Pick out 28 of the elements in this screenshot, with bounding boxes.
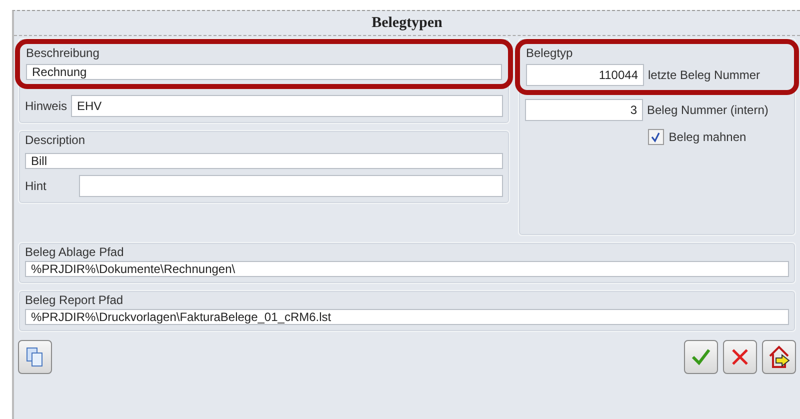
- input-field[interactable]: Bill: [25, 153, 503, 169]
- group-label: Description: [25, 132, 86, 147]
- group-label: Beschreibung: [26, 45, 100, 60]
- field-label: Hinweis: [25, 99, 68, 113]
- field-label: letzte Beleg Nummer: [648, 68, 760, 82]
- path-field[interactable]: %PRJDIR%\Druckvorlagen\FakturaBelege_01_cRM6.lst: [25, 309, 789, 325]
- close-icon: [731, 348, 749, 366]
- field-label: Hint: [25, 179, 48, 193]
- confirm-button[interactable]: [684, 340, 718, 374]
- input-field[interactable]: Rechnung: [26, 64, 502, 80]
- copy-button[interactable]: [18, 340, 52, 374]
- field-label: Beleg Nummer (intern): [647, 103, 768, 117]
- cancel-button[interactable]: [723, 340, 757, 374]
- checkbox[interactable]: [648, 129, 664, 145]
- checkbox-label: Beleg mahnen: [668, 130, 746, 144]
- exit-button[interactable]: [762, 340, 796, 374]
- copy-icon: [26, 347, 44, 367]
- number-field[interactable]: 110044: [526, 64, 644, 86]
- number-field[interactable]: 3: [525, 99, 643, 121]
- input-field[interactable]: EHV: [71, 95, 503, 117]
- path-field[interactable]: %PRJDIR%\Dokumente\Rechnungen\: [25, 261, 789, 277]
- group-label: Beleg Report Pfad: [25, 292, 124, 307]
- window-title: Belegtypen: [14, 11, 800, 36]
- house-arrow-icon: [767, 345, 791, 369]
- input-field[interactable]: [79, 175, 503, 197]
- checkmark-icon: [691, 348, 711, 366]
- group-label: Beleg Ablage Pfad: [25, 244, 125, 259]
- group-label: Belegtyp: [526, 45, 574, 60]
